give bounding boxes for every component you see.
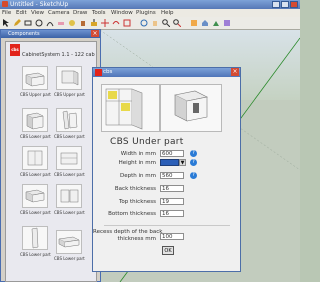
- ok-button[interactable]: OK: [162, 246, 174, 255]
- menu-edit[interactable]: Edit: [16, 10, 27, 16]
- width-label: Width in mm: [120, 151, 156, 157]
- cabinet-preview-image: [101, 84, 160, 132]
- width-input[interactable]: 600: [160, 150, 184, 157]
- menu-view[interactable]: View: [31, 10, 44, 16]
- component-label: CBS Lower part: [20, 252, 51, 257]
- bottom-thickness-label: Bottom thickness: [108, 211, 156, 217]
- rectangle-tool-icon[interactable]: [24, 19, 32, 27]
- components-close-button[interactable]: ×: [91, 30, 99, 37]
- component-thumb[interactable]: [22, 66, 48, 90]
- dialog-title-bar[interactable]: [93, 68, 240, 77]
- menu-draw[interactable]: Draw: [73, 10, 87, 16]
- collection-title: CabinetSystem 1.1 - 122 cab: [22, 52, 95, 58]
- cbs-dialog-icon: [95, 69, 102, 76]
- dialog-heading: CBS Under part: [110, 137, 184, 147]
- recess-label: Recess depth of the back: [93, 229, 163, 235]
- paint-bucket-icon[interactable]: [79, 19, 87, 27]
- pencil-tool-icon[interactable]: [13, 19, 21, 27]
- component-label: CBS Lower part: [54, 210, 85, 215]
- cabinet-3d-image: [160, 84, 222, 132]
- component-thumb[interactable]: [56, 146, 82, 170]
- bottom-thickness-input[interactable]: 16: [160, 210, 184, 217]
- depth-help-icon[interactable]: ?: [190, 172, 197, 179]
- app-icon: [2, 1, 8, 7]
- window-title: Untitled - SketchUp: [10, 1, 69, 8]
- height-label: Height in mm: [118, 160, 156, 166]
- component-thumb[interactable]: [56, 230, 82, 254]
- select-tool-icon[interactable]: [2, 19, 10, 27]
- push-pull-icon[interactable]: [90, 19, 98, 27]
- menu-plugins[interactable]: Plugins: [136, 10, 156, 16]
- share-icon[interactable]: [212, 19, 220, 27]
- recess-label-2: thickness mm: [117, 236, 156, 242]
- move-tool-icon[interactable]: [101, 19, 109, 27]
- circle-tool-icon[interactable]: [35, 19, 43, 27]
- zoom-tool-icon[interactable]: [162, 19, 171, 28]
- components-title: Components: [8, 31, 40, 37]
- dialog-close-button[interactable]: ×: [231, 68, 239, 76]
- component-label: CBS Lower part: [20, 210, 51, 215]
- components-browser[interactable]: [5, 41, 97, 282]
- pan-tool-icon[interactable]: [151, 19, 159, 27]
- maximize-button[interactable]: [281, 1, 289, 8]
- component-label: CBS Lower part: [54, 172, 85, 177]
- component-thumb[interactable]: [22, 108, 48, 132]
- chevron-down-icon[interactable]: ▼: [179, 159, 186, 166]
- component-thumb[interactable]: [22, 146, 48, 170]
- depth-label: Depth in mm: [120, 173, 156, 179]
- component-label: CBS Upper part: [54, 92, 85, 97]
- component-thumb[interactable]: [56, 66, 82, 90]
- component-thumb[interactable]: [22, 226, 48, 250]
- cbs-logo: cbs: [10, 44, 20, 56]
- top-thickness-label: Top thickness: [118, 199, 156, 205]
- divider: [104, 225, 230, 226]
- zoom-extents-icon[interactable]: [173, 19, 182, 28]
- component-label: CBS Upper part: [20, 92, 51, 97]
- component-thumb[interactable]: [22, 184, 48, 208]
- orbit-tool-icon[interactable]: [140, 19, 148, 27]
- height-select[interactable]: [160, 159, 179, 166]
- dialog-title: cbs: [103, 69, 113, 75]
- menu-window[interactable]: Window: [111, 10, 133, 16]
- height-help-icon[interactable]: ?: [190, 159, 197, 166]
- warehouse-icon[interactable]: [201, 19, 209, 27]
- minimize-button[interactable]: [272, 1, 280, 8]
- eraser-tool-icon[interactable]: [57, 19, 65, 27]
- menu-tools[interactable]: Tools: [92, 10, 106, 16]
- components-icon[interactable]: [223, 19, 231, 27]
- offset-tool-icon[interactable]: [123, 19, 131, 27]
- width-help-icon[interactable]: ?: [190, 150, 197, 157]
- component-label: CBS Lower part: [20, 172, 51, 177]
- section-plane-icon[interactable]: [190, 19, 198, 27]
- depth-input[interactable]: 560: [160, 172, 184, 179]
- tape-tool-icon[interactable]: [68, 19, 76, 27]
- top-thickness-input[interactable]: 19: [160, 198, 184, 205]
- close-button[interactable]: [290, 1, 298, 8]
- menu-file[interactable]: File: [2, 10, 11, 16]
- menu-camera[interactable]: Camera: [48, 10, 70, 16]
- component-label: CBS Lower part: [54, 256, 85, 261]
- arc-tool-icon[interactable]: [46, 19, 54, 27]
- back-thickness-input[interactable]: 16: [160, 185, 184, 192]
- component-label: CBS Lower part: [54, 134, 85, 139]
- recess-input[interactable]: 100: [160, 233, 184, 240]
- component-thumb[interactable]: [56, 108, 82, 132]
- menu-help[interactable]: Help: [161, 10, 174, 16]
- component-thumb[interactable]: [56, 184, 82, 208]
- rotate-tool-icon[interactable]: [112, 19, 120, 27]
- back-thickness-label: Back thickness: [114, 186, 156, 192]
- component-label: CBS Lower part: [20, 134, 51, 139]
